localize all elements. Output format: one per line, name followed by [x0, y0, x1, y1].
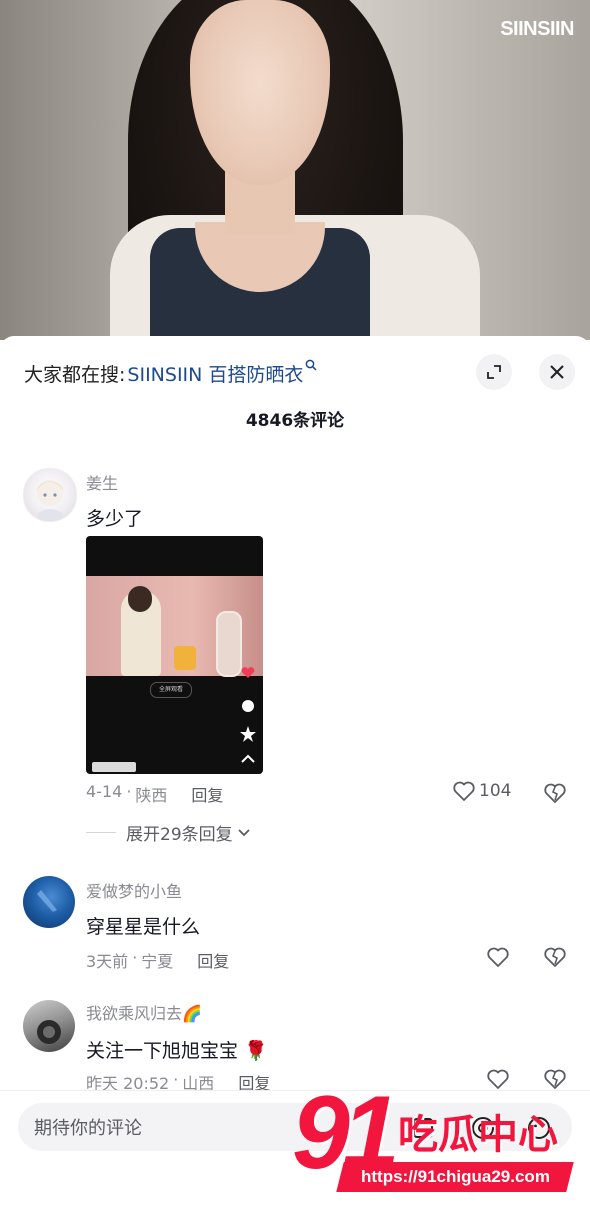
like-count: 104 — [479, 781, 512, 801]
brand-logo: SIINSIIN — [500, 18, 574, 40]
thumb-head — [128, 586, 152, 612]
search-suggestion[interactable]: 大家都在搜: SIINSIIN 百搭防晒衣 — [24, 358, 317, 388]
search-term-link[interactable]: SIINSIIN 百搭防晒衣 — [127, 360, 303, 387]
avatar[interactable] — [23, 876, 75, 928]
dislike-button[interactable] — [543, 946, 567, 972]
broken-heart-icon — [544, 947, 566, 967]
comment-date: 3天前 — [86, 952, 129, 971]
comment-location: 宁夏 — [141, 952, 174, 971]
expand-button[interactable] — [476, 354, 512, 390]
broken-heart-icon — [544, 783, 566, 803]
like-button[interactable]: 104 — [452, 780, 511, 802]
dislike-button[interactable] — [543, 782, 567, 808]
search-icon — [305, 359, 317, 375]
close-button[interactable] — [539, 354, 575, 390]
expand-replies-button[interactable]: 展开29条回复 — [86, 820, 251, 845]
comment-text: 多少了 — [86, 508, 144, 530]
comment-meta: 4-14 · 陕西 回复 — [86, 782, 223, 806]
expand-icon — [487, 365, 501, 379]
comment-author[interactable]: 我欲乘风归去🌈 — [86, 1000, 202, 1024]
thumb-side-icons — [238, 666, 258, 770]
heart-icon — [487, 947, 509, 967]
expand-divider — [86, 832, 116, 833]
avatar[interactable] — [23, 1000, 75, 1052]
comment-author[interactable]: 爱做梦的小鱼 — [86, 878, 182, 902]
heart-icon — [453, 781, 475, 801]
comment-count: 4846条评论 — [245, 411, 345, 431]
thumb-caption-bar — [92, 762, 136, 772]
site-watermark: 91 吃瓜中心 https://91chigua29.com — [292, 1075, 590, 1198]
thumb-chair — [174, 646, 196, 670]
thumb-fullscreen-chip: 全屏观看 — [150, 682, 193, 698]
comment-location: 陕西 — [135, 786, 168, 805]
comment-meta: 3天前 · 宁夏 回复 — [86, 948, 229, 972]
meta-separator: · — [126, 782, 132, 801]
comment-image[interactable]: 全屏观看 — [86, 536, 263, 774]
close-icon — [550, 365, 564, 379]
video-player[interactable]: SIINSIIN — [0, 0, 590, 340]
search-prefix: 大家都在搜: — [24, 363, 126, 386]
chevron-down-icon — [238, 828, 250, 836]
expand-replies-label: 展开29条回复 — [126, 825, 233, 845]
comment-author[interactable]: 姜生 — [86, 470, 118, 494]
comment-date: 4-14 — [86, 782, 123, 801]
watermark-url: https://91chigua29.com — [336, 1162, 574, 1192]
reply-button[interactable]: 回复 — [197, 948, 229, 972]
watermark-url-text: https://91chigua29.com — [360, 1167, 550, 1186]
comment-text: 穿星星是什么 — [86, 916, 201, 938]
avatar[interactable] — [23, 468, 77, 522]
watermark-name: 吃瓜中心 — [398, 1112, 558, 1158]
reply-button[interactable]: 回复 — [191, 782, 223, 806]
comment-text: 关注一下旭旭宝宝 🌹 — [86, 1040, 268, 1062]
meta-separator: · — [132, 948, 138, 967]
like-button[interactable] — [486, 946, 510, 968]
